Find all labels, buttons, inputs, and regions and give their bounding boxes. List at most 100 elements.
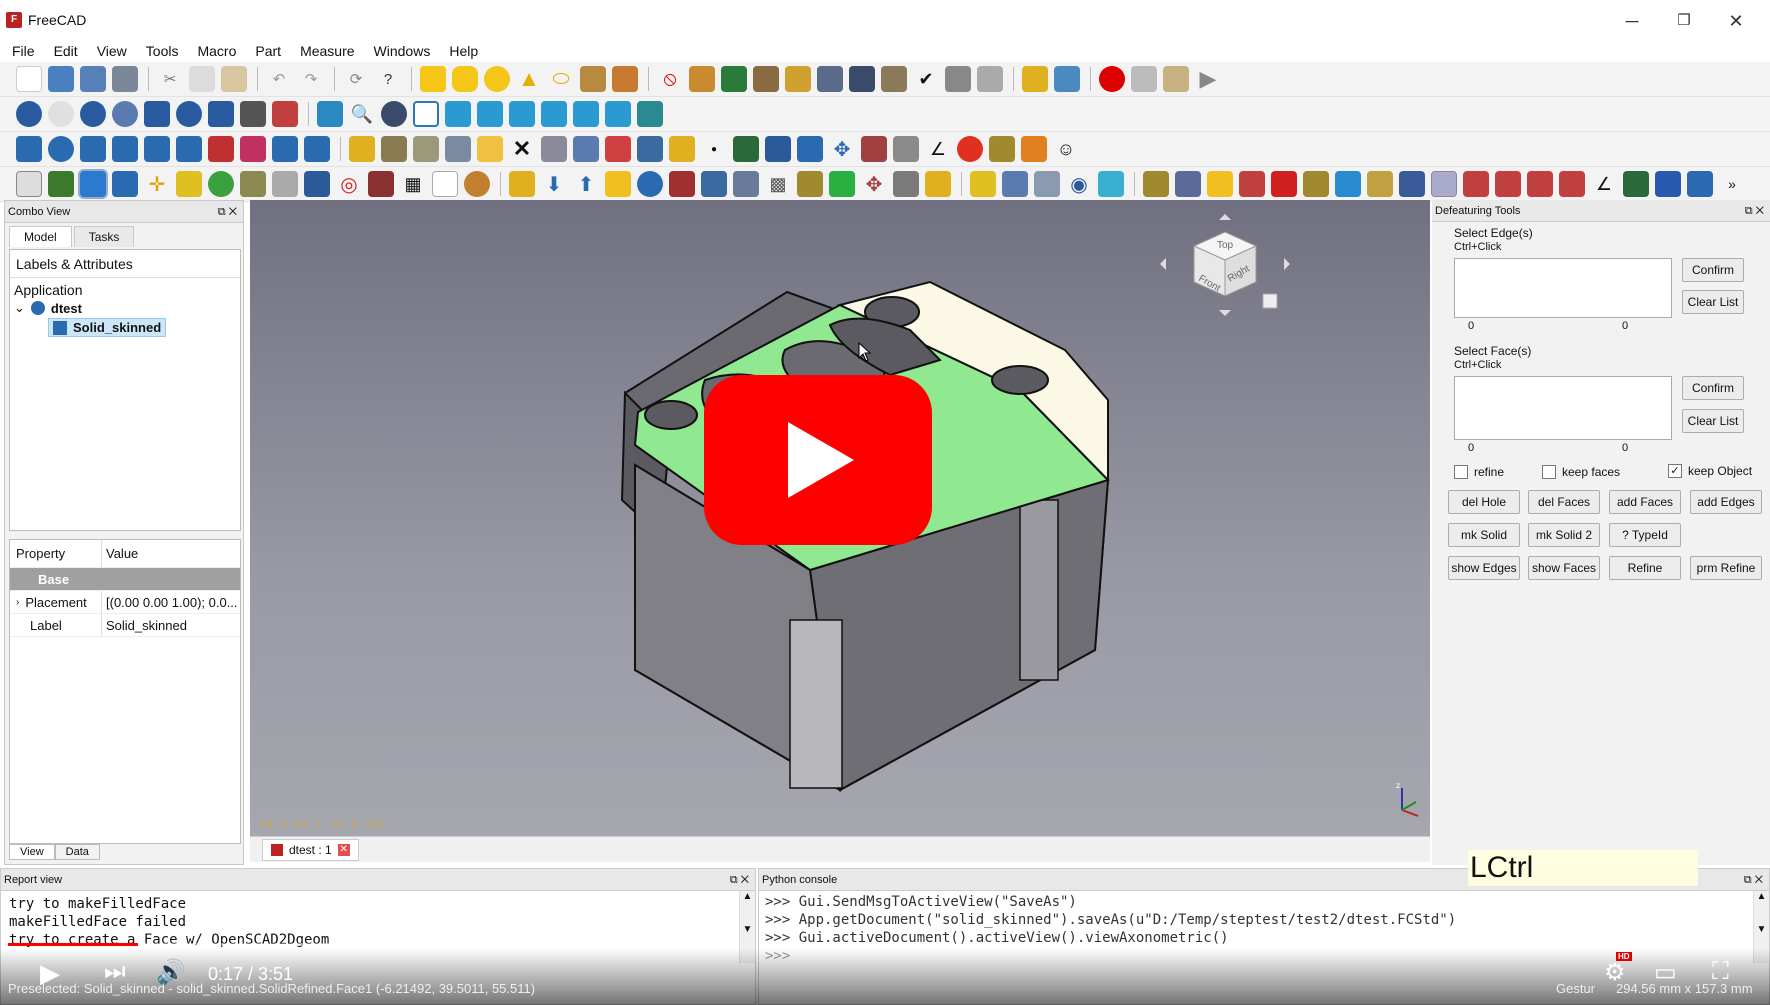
recompute-icon[interactable]: [957, 136, 983, 162]
menu-measure[interactable]: Measure: [288, 43, 361, 59]
shelf-icon[interactable]: [701, 171, 727, 197]
fit-selection-icon[interactable]: 🔍: [349, 101, 375, 127]
confirm-edges-button[interactable]: Confirm: [1682, 258, 1744, 282]
ruled-surface-icon[interactable]: [208, 136, 234, 162]
del-hole-button[interactable]: del Hole: [1448, 490, 1520, 514]
angle-tool-icon[interactable]: ∠: [1591, 171, 1617, 197]
overflow-chevron-icon[interactable]: »: [1719, 171, 1745, 197]
tree-branch-icon[interactable]: [1098, 171, 1124, 197]
green-box-icon[interactable]: [1623, 171, 1649, 197]
part-cone-icon[interactable]: ▲: [516, 66, 542, 92]
edges-list[interactable]: [1454, 258, 1672, 318]
bounding-box-icon[interactable]: [80, 101, 106, 127]
cube-icon[interactable]: [477, 136, 503, 162]
clipping-icon[interactable]: [176, 101, 202, 127]
face-icon[interactable]: [176, 136, 202, 162]
shell-icon[interactable]: [112, 171, 138, 197]
new-file-icon[interactable]: [16, 66, 42, 92]
measure-tool-icon[interactable]: [1367, 171, 1393, 197]
selection-icon[interactable]: [112, 101, 138, 127]
close-tab-icon[interactable]: ✕: [337, 844, 350, 856]
confirm-faces-button[interactable]: Confirm: [1682, 376, 1744, 400]
navigation-cube[interactable]: Top Front Right: [1158, 212, 1292, 316]
document-tab[interactable]: dtest : 1 ✕: [262, 839, 359, 861]
window-icon[interactable]: [1399, 171, 1425, 197]
open-file-icon[interactable]: [48, 66, 74, 92]
menu-windows[interactable]: Windows: [362, 43, 438, 59]
right-view-icon[interactable]: [509, 101, 535, 127]
tab-data[interactable]: Data: [54, 844, 100, 860]
add-faces-button[interactable]: add Faces: [1609, 490, 1681, 514]
part-torus-icon[interactable]: ⬭: [548, 66, 574, 92]
delete-icon[interactable]: ✕: [509, 136, 535, 162]
refine-button[interactable]: Refine: [1609, 556, 1681, 580]
keep-faces-checkbox[interactable]: [1542, 465, 1556, 479]
split-icon[interactable]: [605, 136, 631, 162]
stop-macro-icon[interactable]: [1131, 66, 1157, 92]
extrude-icon[interactable]: [16, 136, 42, 162]
rotate-icon[interactable]: [797, 136, 823, 162]
defeaturing-icon[interactable]: [970, 171, 996, 197]
cross-section-icon[interactable]: [573, 136, 599, 162]
tab-tasks[interactable]: Tasks: [73, 226, 135, 247]
draw-style-icon[interactable]: [48, 101, 74, 127]
property-group-base[interactable]: Base: [10, 568, 240, 591]
float-close-icon[interactable]: ⧉ ✕: [1745, 200, 1764, 222]
lattice-icon[interactable]: [797, 171, 823, 197]
part-icon[interactable]: [1022, 66, 1048, 92]
close-button[interactable]: ✕: [1716, 8, 1756, 34]
ruler-icon[interactable]: [637, 101, 663, 127]
axis-z-icon[interactable]: [1559, 171, 1585, 197]
folder-icon[interactable]: [1054, 66, 1080, 92]
shape-icon[interactable]: [240, 101, 266, 127]
loft-icon[interactable]: [240, 136, 266, 162]
menu-file[interactable]: File: [0, 43, 42, 59]
arrow-down-icon[interactable]: ⬇: [541, 171, 567, 197]
axis-x-icon[interactable]: [1495, 171, 1521, 197]
gear-icon[interactable]: [1143, 171, 1169, 197]
add-edges-button[interactable]: add Edges: [1690, 490, 1762, 514]
cube-yellow-icon[interactable]: [1207, 171, 1233, 197]
whats-this-icon[interactable]: ?: [375, 66, 401, 92]
youtube-play-button[interactable]: [704, 375, 932, 545]
grid-icon[interactable]: ▩: [765, 171, 791, 197]
import-icon[interactable]: [1002, 171, 1028, 197]
prm-refine-button[interactable]: prm Refine: [1690, 556, 1762, 580]
workbench-icon[interactable]: [1303, 171, 1329, 197]
axes-icon[interactable]: ✛: [144, 171, 170, 197]
draw-style-dropdown-icon[interactable]: [381, 101, 407, 127]
stack-icon[interactable]: [272, 101, 298, 127]
wrench-icon[interactable]: [893, 171, 919, 197]
blue-grid-icon[interactable]: [1655, 171, 1681, 197]
shape-builder-icon[interactable]: [689, 66, 715, 92]
revolve-icon[interactable]: [48, 136, 74, 162]
wedge-icon[interactable]: [509, 171, 535, 197]
align-icon[interactable]: [144, 101, 170, 127]
float-close-icon[interactable]: ⧉ ✕: [218, 201, 237, 223]
part-cylinder-icon[interactable]: [452, 66, 478, 92]
view-box-icon[interactable]: [1431, 171, 1457, 197]
tree-item-document[interactable]: ⌄ dtest: [10, 298, 240, 316]
float-close-icon[interactable]: ⧉ ✕: [730, 869, 749, 891]
redo-icon[interactable]: ↷: [298, 66, 324, 92]
navigation-style[interactable]: Gestur: [1556, 981, 1595, 996]
rear-view-icon[interactable]: [541, 101, 567, 127]
material-icon[interactable]: [464, 171, 490, 197]
cylinder-tool-icon[interactable]: [925, 171, 951, 197]
tree-view-icon[interactable]: [945, 66, 971, 92]
export-icon[interactable]: [1034, 171, 1060, 197]
dxf-icon[interactable]: [733, 136, 759, 162]
keep-object-checkbox[interactable]: ✓: [1668, 464, 1682, 478]
show-edges-button[interactable]: show Edges: [1448, 556, 1520, 580]
clear-faces-button[interactable]: Clear List: [1682, 409, 1744, 433]
part-tube-icon[interactable]: [580, 66, 606, 92]
part-sphere-icon[interactable]: [484, 66, 510, 92]
menu-tools[interactable]: Tools: [134, 43, 186, 59]
move-tool-icon[interactable]: ✥: [861, 171, 887, 197]
pad-icon[interactable]: [368, 171, 394, 197]
fuse-icon[interactable]: [785, 66, 811, 92]
menu-edit[interactable]: Edit: [42, 43, 85, 59]
record-macro-icon[interactable]: [1099, 66, 1125, 92]
car-icon[interactable]: [1021, 136, 1047, 162]
thickness-icon[interactable]: [349, 136, 375, 162]
